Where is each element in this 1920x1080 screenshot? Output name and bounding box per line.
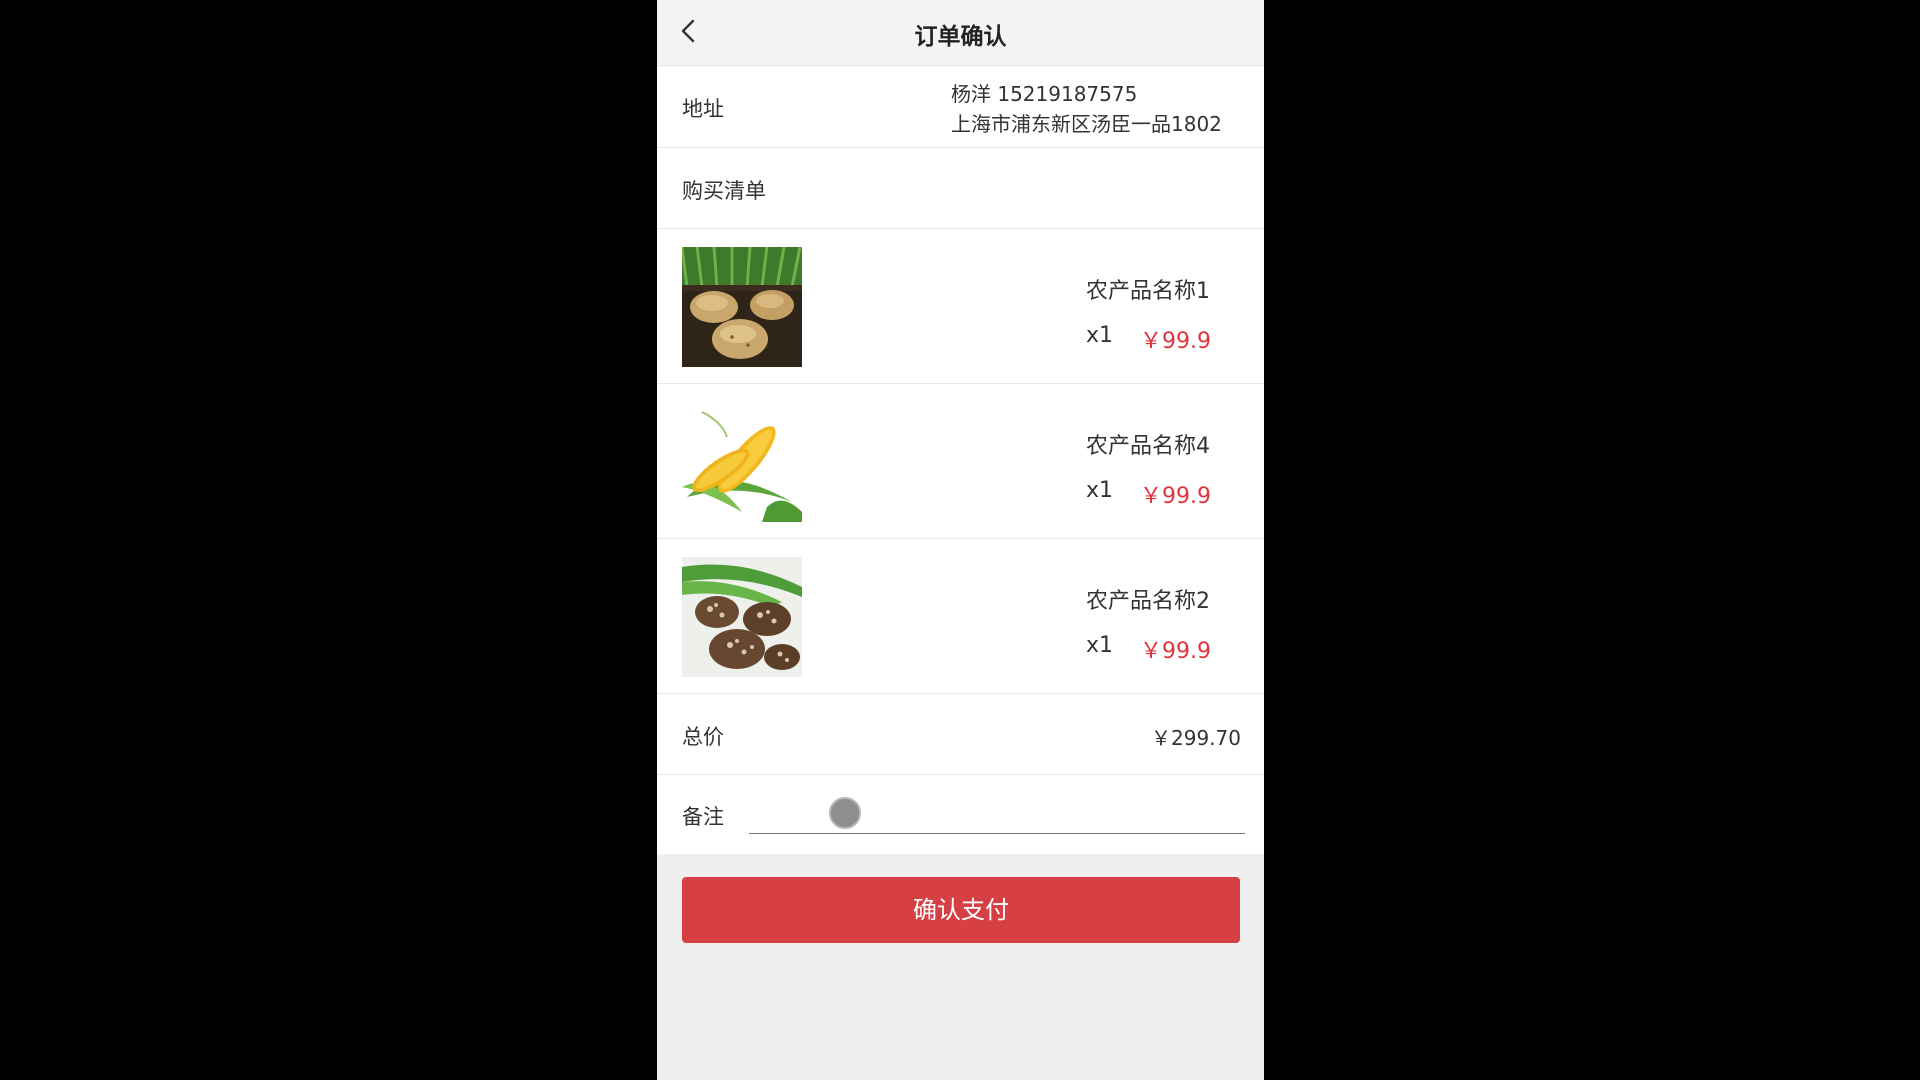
product-price: ￥99.9 <box>1140 639 1211 664</box>
page-title: 订单确认 <box>914 24 1007 50</box>
total-row: 总价 ￥299.70 <box>657 694 1264 775</box>
product-quantity: x1 <box>1086 478 1114 503</box>
total-price: ￥299.70 <box>1151 726 1241 750</box>
order-item: 农产品名称1 x1 ￥99.9 <box>657 229 1264 384</box>
address-label: 地址 <box>682 97 724 121</box>
phone-screen: 订单确认 地址 杨洋 15219187575 上海市浦东新区汤臣一品1802 购… <box>657 0 1264 1080</box>
note-row: 备注 <box>657 775 1264 854</box>
nav-bar: 订单确认 <box>657 0 1264 66</box>
purchase-list-header: 购买清单 <box>657 148 1264 229</box>
note-label: 备注 <box>682 805 724 829</box>
product-name: 农产品名称1 <box>1086 279 1210 304</box>
product-price: ￥99.9 <box>1140 329 1211 354</box>
address-text: 杨洋 15219187575 上海市浦东新区汤臣一品1802 <box>951 79 1222 139</box>
address-detail: 上海市浦东新区汤臣一品1802 <box>951 112 1222 136</box>
product-quantity: x1 <box>1086 633 1114 658</box>
address-name-phone: 杨洋 15219187575 <box>951 82 1138 106</box>
purchase-list-label: 购买清单 <box>682 179 766 203</box>
touch-cursor-indicator <box>829 797 861 829</box>
product-name: 农产品名称2 <box>1086 589 1210 614</box>
order-item: 农产品名称2 x1 ￥99.9 <box>657 539 1264 694</box>
note-input[interactable] <box>749 789 1245 834</box>
product-image-potatoes <box>682 247 802 367</box>
product-name: 农产品名称4 <box>1086 434 1210 459</box>
order-item: 农产品名称4 x1 ￥99.9 <box>657 384 1264 539</box>
address-row[interactable]: 地址 杨洋 15219187575 上海市浦东新区汤臣一品1802 <box>657 66 1264 148</box>
confirm-pay-button[interactable]: 确认支付 <box>682 877 1240 943</box>
product-quantity: x1 <box>1086 323 1114 348</box>
product-image-corn <box>682 402 802 522</box>
total-label: 总价 <box>682 725 724 749</box>
product-price: ￥99.9 <box>1140 484 1211 509</box>
product-image-mushrooms <box>682 557 802 677</box>
